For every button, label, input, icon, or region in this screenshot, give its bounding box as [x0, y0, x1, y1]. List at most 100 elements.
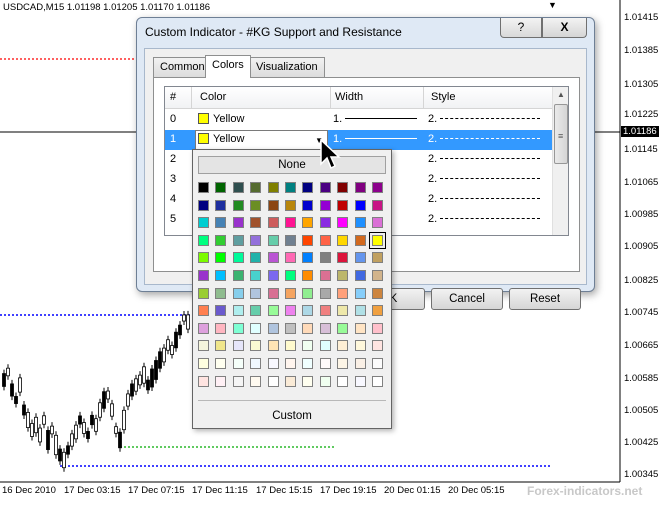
- color-swatch-option[interactable]: [250, 182, 262, 193]
- table-row-selected[interactable]: 1 Yellow ▼ 1. 2.: [165, 130, 552, 150]
- color-swatch-option[interactable]: [302, 199, 314, 211]
- color-swatch-option[interactable]: [319, 217, 331, 229]
- color-swatch-option[interactable]: [267, 287, 279, 299]
- color-swatch-option[interactable]: [198, 270, 209, 281]
- color-swatch-option[interactable]: [354, 358, 366, 369]
- color-swatch-option[interactable]: [250, 322, 262, 334]
- color-swatch-option[interactable]: [198, 287, 209, 299]
- color-swatch-option[interactable]: [354, 252, 366, 264]
- color-swatch-option[interactable]: [198, 182, 209, 193]
- color-swatch-option[interactable]: [319, 252, 331, 264]
- tab-colors[interactable]: Colors: [205, 55, 251, 78]
- color-swatch-option[interactable]: [232, 358, 244, 369]
- row-style-cell[interactable]: 2.: [428, 133, 541, 145]
- color-swatch-option[interactable]: [285, 375, 296, 387]
- column-header-style[interactable]: Style: [431, 91, 455, 103]
- row-color-cell[interactable]: Yellow: [198, 113, 244, 125]
- color-swatch-option[interactable]: [267, 340, 279, 352]
- color-swatch-option[interactable]: [302, 182, 314, 193]
- color-swatch-option[interactable]: [337, 252, 349, 264]
- color-swatch-option[interactable]: [232, 375, 244, 387]
- color-swatch-option[interactable]: [267, 375, 279, 387]
- color-swatch-option[interactable]: [267, 252, 279, 264]
- color-swatch-option[interactable]: [198, 358, 209, 369]
- color-swatch-option[interactable]: [250, 287, 262, 299]
- color-swatch-option[interactable]: [337, 217, 349, 229]
- color-swatch-option[interactable]: [198, 340, 209, 352]
- color-swatch-option[interactable]: [215, 270, 227, 281]
- color-swatch-option[interactable]: [372, 375, 383, 387]
- column-divider[interactable]: [330, 87, 331, 109]
- color-swatch-option[interactable]: [319, 340, 331, 352]
- color-swatch-option[interactable]: [215, 234, 227, 246]
- custom-color-button[interactable]: Custom: [198, 406, 386, 426]
- color-swatch-option[interactable]: [372, 182, 383, 193]
- color-swatch-option[interactable]: [337, 199, 349, 211]
- color-swatch-option[interactable]: [372, 270, 383, 281]
- color-swatch-option[interactable]: [232, 340, 244, 352]
- row-style-cell[interactable]: 2.: [428, 193, 541, 205]
- color-swatch-option[interactable]: [198, 305, 209, 317]
- color-swatch-option[interactable]: [302, 340, 314, 352]
- column-divider[interactable]: [191, 87, 192, 109]
- color-swatch-option[interactable]: [302, 322, 314, 334]
- row-style-cell[interactable]: 2.: [428, 153, 541, 165]
- chart-scroll-arrow-icon[interactable]: ▼: [548, 0, 557, 10]
- none-color-button[interactable]: None: [198, 156, 386, 174]
- color-swatch-option[interactable]: [285, 270, 296, 281]
- color-swatch-option[interactable]: [354, 182, 366, 193]
- color-swatch-option[interactable]: [285, 287, 296, 299]
- color-swatch-option[interactable]: [215, 252, 227, 264]
- color-swatch-option[interactable]: [285, 199, 296, 211]
- color-swatch-option[interactable]: [354, 199, 366, 211]
- color-swatch-option[interactable]: [302, 234, 314, 246]
- color-swatch-option[interactable]: [302, 217, 314, 229]
- color-swatch-option[interactable]: [215, 305, 227, 317]
- color-swatch-option[interactable]: [319, 322, 331, 334]
- color-swatch-option[interactable]: [285, 234, 296, 246]
- color-swatch-option[interactable]: [267, 234, 279, 246]
- color-swatch-option[interactable]: [285, 305, 296, 317]
- color-swatch-option[interactable]: [250, 217, 262, 229]
- color-swatch-option[interactable]: [232, 234, 244, 246]
- color-swatch-option[interactable]: [372, 217, 383, 229]
- color-swatch-option[interactable]: [198, 217, 209, 229]
- reset-button[interactable]: Reset: [509, 288, 581, 310]
- color-swatch-option[interactable]: [319, 305, 331, 317]
- color-swatch-option[interactable]: [337, 287, 349, 299]
- color-swatch-option[interactable]: [337, 358, 349, 369]
- color-swatch-option[interactable]: [267, 182, 279, 193]
- color-swatch-option[interactable]: [337, 375, 349, 387]
- color-swatch-option[interactable]: [250, 234, 262, 246]
- color-swatch-option[interactable]: [267, 270, 279, 281]
- color-swatch-option[interactable]: [372, 287, 383, 299]
- color-swatch-option[interactable]: [319, 234, 331, 246]
- color-swatch-option[interactable]: [267, 199, 279, 211]
- color-swatch-option[interactable]: [285, 340, 296, 352]
- color-swatch-option[interactable]: [354, 322, 366, 334]
- color-swatch-option[interactable]: [354, 340, 366, 352]
- color-swatch-option[interactable]: [337, 305, 349, 317]
- color-swatch-option[interactable]: [285, 252, 296, 264]
- color-swatch-option[interactable]: [198, 252, 209, 264]
- color-swatch-option[interactable]: [337, 322, 349, 334]
- row-width-cell[interactable]: 1.: [333, 113, 418, 125]
- color-swatch-option[interactable]: [232, 322, 244, 334]
- help-button[interactable]: ?: [500, 18, 542, 38]
- color-swatch-option[interactable]: [232, 217, 244, 229]
- color-swatch-option[interactable]: [250, 305, 262, 317]
- table-row[interactable]: 0 Yellow 1. 2.: [165, 110, 552, 130]
- color-swatch-option[interactable]: [354, 217, 366, 229]
- color-swatch-option[interactable]: [319, 182, 331, 193]
- grid-scrollbar[interactable]: ▲ ≡: [552, 87, 568, 235]
- color-swatch-option[interactable]: [285, 322, 296, 334]
- color-combobox[interactable]: Yellow ▼: [195, 130, 328, 150]
- color-swatch-option[interactable]: [302, 375, 314, 387]
- row-style-cell[interactable]: 2.: [428, 213, 541, 225]
- column-header-width[interactable]: Width: [335, 91, 363, 103]
- color-swatch-option[interactable]: [285, 182, 296, 193]
- color-swatch-option[interactable]: [319, 287, 331, 299]
- color-swatch-option[interactable]: [250, 252, 262, 264]
- row-width-cell[interactable]: 1.: [333, 133, 418, 145]
- color-swatch-option[interactable]: [372, 340, 383, 352]
